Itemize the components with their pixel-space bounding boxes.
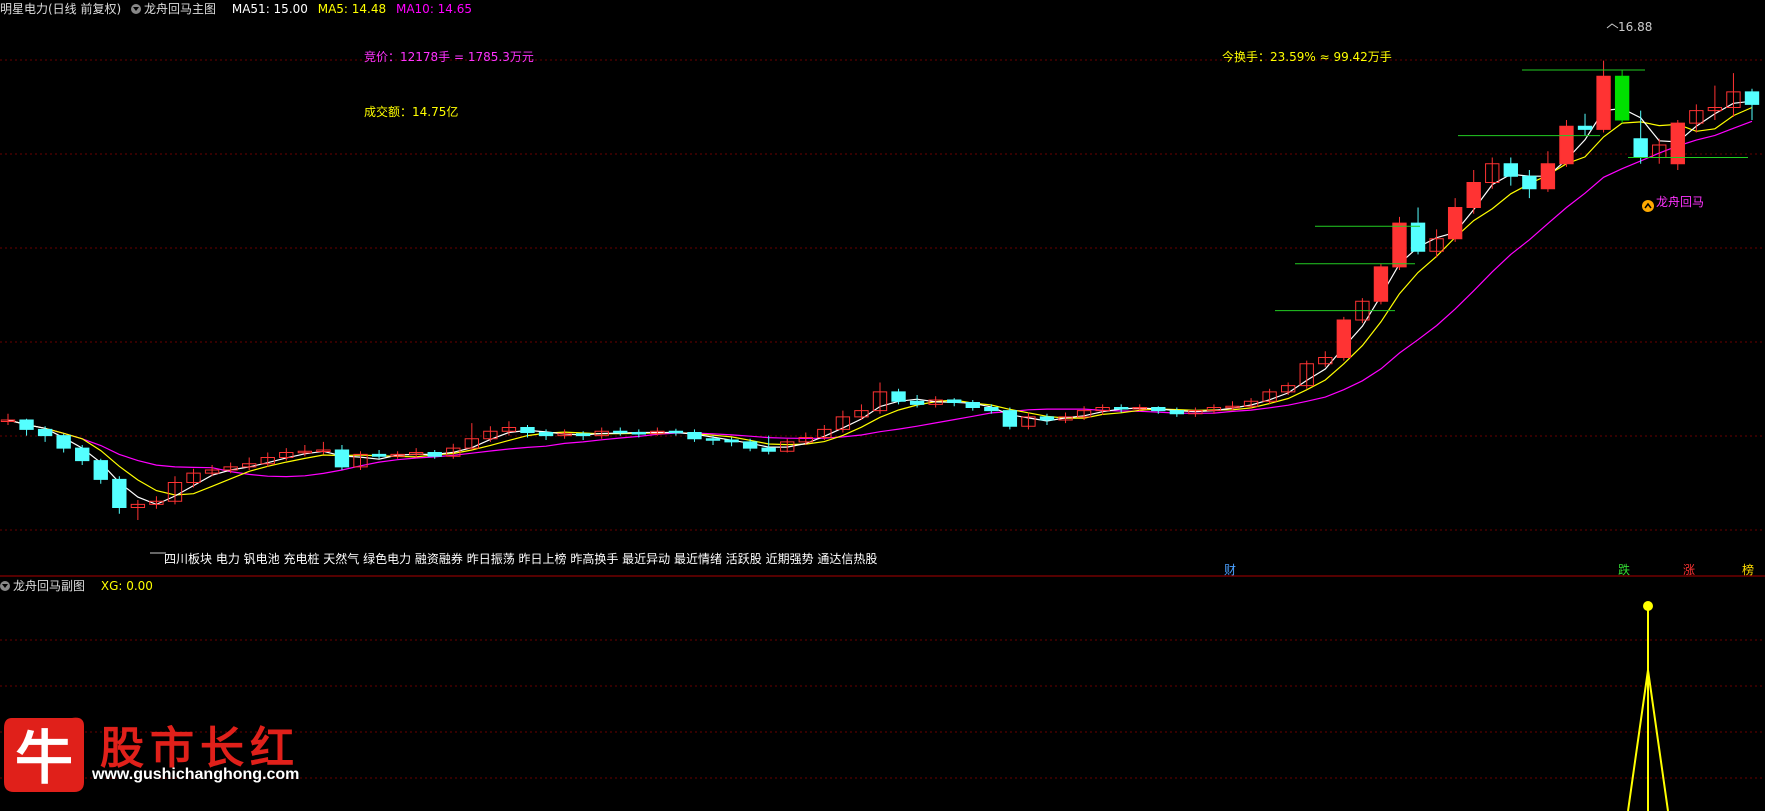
candle-body (1392, 222, 1407, 268)
candle-body (1151, 407, 1166, 412)
candle-body (1410, 222, 1426, 252)
candle-body (947, 399, 962, 403)
logo-icon: 牛 (0, 712, 86, 794)
candle-body (1466, 182, 1481, 208)
candle-body (909, 400, 925, 405)
turnover-annotation: 今换手：23.59% ≈ 99.42万手 (1222, 50, 1392, 64)
candle-body (575, 433, 591, 437)
candle-body (1039, 416, 1055, 421)
candle-body (1169, 410, 1185, 415)
high-marker-icon (1606, 23, 1619, 29)
mark-text: 涨 (1683, 563, 1696, 577)
mark-text: 榜 (1742, 563, 1755, 577)
candle-body (613, 430, 628, 434)
xg-value: XG: 0.00 (100, 579, 153, 593)
candle-body (56, 435, 71, 449)
mark-text: 跌 (1618, 563, 1631, 577)
mark-cai: 财 (1224, 561, 1236, 578)
candle-body (538, 432, 554, 437)
mark-text: 财 (1224, 563, 1237, 577)
ma-magenta-line (7, 120, 1753, 478)
sub-indicator-selector[interactable]: 龙舟回马副图 (0, 579, 91, 593)
signal-label: 龙舟回马 (1656, 195, 1705, 209)
candle-body (93, 460, 108, 480)
indicator-selector[interactable]: 龙舟回马主图 (131, 2, 222, 16)
signal-icon (1642, 200, 1654, 212)
candle-body (891, 391, 906, 402)
logo-char: 牛 (15, 724, 73, 792)
candle-body (371, 453, 387, 457)
candle-body (427, 452, 442, 457)
ma51-value: MA51: 15.00 (231, 2, 308, 16)
candle-body (520, 427, 535, 433)
candle-body (19, 419, 34, 430)
stock-title: 明星电力(日线 前复权) (0, 2, 122, 16)
dropdown-icon[interactable] (0, 581, 10, 591)
dropdown-icon[interactable] (131, 4, 142, 14)
candle-body (112, 478, 127, 508)
candle-body (1614, 75, 1630, 121)
candle-body (1373, 266, 1389, 302)
sub-header: 龙舟回马副图 XG: 0.00 (0, 577, 159, 595)
candle-body (687, 432, 702, 440)
candle-body (742, 441, 758, 449)
logo-url: www.gushichanghong.com (92, 766, 300, 783)
main-header: 明星电力(日线 前复权) 龙舟回马主图 MA51: 15.00 MA5: 14.… (0, 0, 478, 18)
candle-body (1002, 410, 1018, 427)
candle-body (1503, 163, 1518, 177)
mark-die: 跌 (1618, 561, 1630, 578)
candle-body (1559, 125, 1574, 165)
candle-body (1114, 407, 1129, 410)
candle-body (965, 402, 980, 408)
candle-body (37, 428, 53, 437)
sub-indicator-name: 龙舟回马副图 (13, 579, 86, 593)
candle-body (1522, 175, 1537, 190)
candle-body (984, 407, 999, 412)
candle-body (1336, 319, 1352, 358)
concept-tags: 四川板块 电力 钒电池 充电桩 天然气 绿色电力 融资融券 昨日振荡 昨日上榜 … (164, 552, 878, 566)
mark-bang: 榜 (1742, 561, 1754, 578)
candle-body (334, 449, 350, 468)
high-price-label: 16.88 (1618, 20, 1653, 34)
candle-body (761, 447, 776, 452)
candle-body (1447, 207, 1463, 240)
candle-body (1596, 75, 1611, 130)
amount-annotation: 成交额：14.75亿 (364, 105, 459, 119)
mark-zhang: 涨 (1683, 561, 1695, 578)
candle-body (668, 430, 684, 434)
candle-body (724, 439, 739, 443)
xg-dot (1643, 601, 1653, 611)
candle-body (631, 432, 646, 435)
main-indicator-name: 龙舟回马主图 (144, 2, 217, 16)
candle-body (705, 438, 721, 441)
candle-body (1540, 163, 1556, 190)
candle-body (1633, 138, 1648, 158)
ma5-value: MA5: 14.48 (317, 2, 387, 16)
ma-yellow-line (7, 106, 1753, 496)
candle-body (75, 447, 90, 462)
ma-white-line (7, 100, 1753, 506)
bid-annotation: 竞价：12178手 = 1785.3万元 (364, 50, 534, 64)
ma10-value: MA10: 14.65 (395, 2, 473, 16)
candle-body (1577, 125, 1593, 130)
kline-chart[interactable] (0, 0, 1765, 811)
logo-badge-icon: 牛 (4, 717, 84, 792)
candle-body (1744, 91, 1760, 105)
